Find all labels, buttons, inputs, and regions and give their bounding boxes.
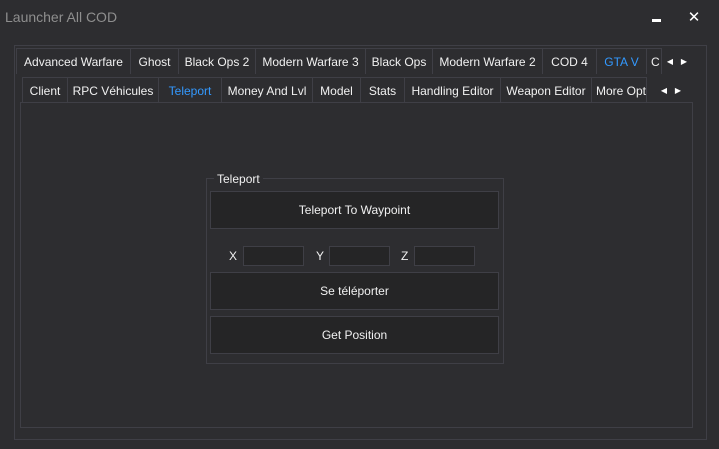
game-tab-scroll: ◀ ▶ bbox=[663, 50, 691, 72]
tab-cod-4[interactable]: COD 4 bbox=[542, 48, 597, 74]
title-bar: Launcher All COD ✕ bbox=[0, 0, 719, 34]
game-tab-strip: Advanced Warfare Ghost Black Ops 2 Moder… bbox=[16, 48, 662, 74]
tab-money-and-lvl[interactable]: Money And Lvl bbox=[221, 77, 313, 103]
tab-modern-warfare-2[interactable]: Modern Warfare 2 bbox=[432, 48, 543, 74]
scroll-left-icon[interactable]: ◀ bbox=[657, 86, 671, 95]
sub-tab-strip: Client RPC Véhicules Teleport Money And … bbox=[22, 77, 647, 103]
close-button[interactable]: ✕ bbox=[681, 6, 707, 28]
window-title: Launcher All COD bbox=[5, 9, 118, 25]
tab-rpc-vehicules[interactable]: RPC Véhicules bbox=[67, 77, 159, 103]
x-coordinate-input[interactable] bbox=[243, 246, 304, 266]
minimize-icon bbox=[651, 18, 661, 22]
tab-more-options[interactable]: More Opti bbox=[591, 77, 647, 103]
tab-ghost[interactable]: Ghost bbox=[130, 48, 179, 74]
sub-tab-scroll: ◀ ▶ bbox=[657, 80, 685, 100]
tab-model[interactable]: Model bbox=[312, 77, 361, 103]
tab-client[interactable]: Client bbox=[22, 77, 68, 103]
x-label: X bbox=[229, 249, 238, 263]
z-coordinate-input[interactable] bbox=[414, 246, 475, 266]
scroll-right-icon[interactable]: ▶ bbox=[671, 86, 685, 95]
tab-modern-warfare-3[interactable]: Modern Warfare 3 bbox=[255, 48, 366, 74]
close-icon: ✕ bbox=[687, 9, 701, 26]
tab-black-ops[interactable]: Black Ops bbox=[365, 48, 433, 74]
tab-truncated[interactable]: C bbox=[646, 48, 662, 74]
teleport-to-waypoint-button[interactable]: Teleport To Waypoint bbox=[210, 191, 499, 229]
scroll-right-icon[interactable]: ▶ bbox=[677, 57, 691, 66]
tab-stats[interactable]: Stats bbox=[360, 77, 405, 103]
z-label: Z bbox=[401, 249, 409, 263]
teleport-group-title: Teleport bbox=[214, 172, 263, 186]
get-position-button[interactable]: Get Position bbox=[210, 316, 499, 354]
tab-teleport[interactable]: Teleport bbox=[158, 77, 222, 103]
teleport-button[interactable]: Se téléporter bbox=[210, 272, 499, 310]
y-coordinate-input[interactable] bbox=[329, 246, 390, 266]
tab-gta-v[interactable]: GTA V bbox=[596, 48, 647, 74]
tab-black-ops-2[interactable]: Black Ops 2 bbox=[178, 48, 256, 74]
tab-weapon-editor[interactable]: Weapon Editor bbox=[500, 77, 592, 103]
y-label: Y bbox=[316, 249, 325, 263]
tab-advanced-warfare[interactable]: Advanced Warfare bbox=[16, 48, 131, 74]
tab-handling-editor[interactable]: Handling Editor bbox=[404, 77, 501, 103]
scroll-left-icon[interactable]: ◀ bbox=[663, 57, 677, 66]
minimize-button[interactable] bbox=[643, 6, 669, 28]
